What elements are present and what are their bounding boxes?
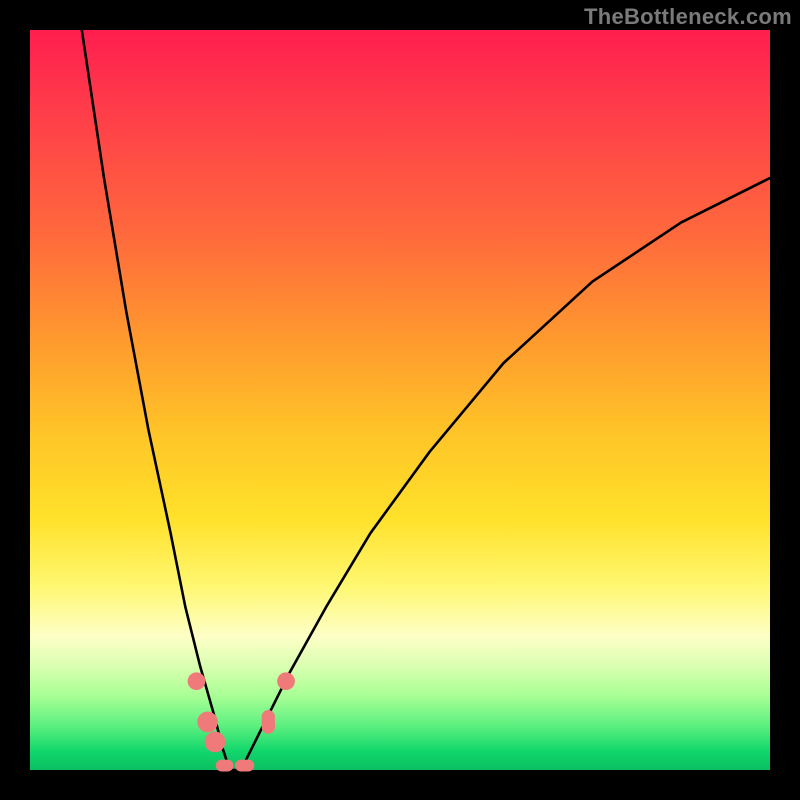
valley-pill-1 [216,760,234,772]
valley-pill-2 [235,760,254,772]
watermark-text: TheBottleneck.com [584,4,792,30]
left-arm-dot-3 [205,732,226,753]
marker-group [188,672,295,771]
right-arm-pill [262,710,275,734]
bottleneck-curve [82,30,770,770]
right-arm-dot-1 [277,672,295,690]
chart-container: TheBottleneck.com [0,0,800,800]
curve-layer [30,30,770,770]
left-arm-dot-1 [188,672,206,690]
plot-area [30,30,770,770]
left-arm-dot-2 [197,712,218,733]
